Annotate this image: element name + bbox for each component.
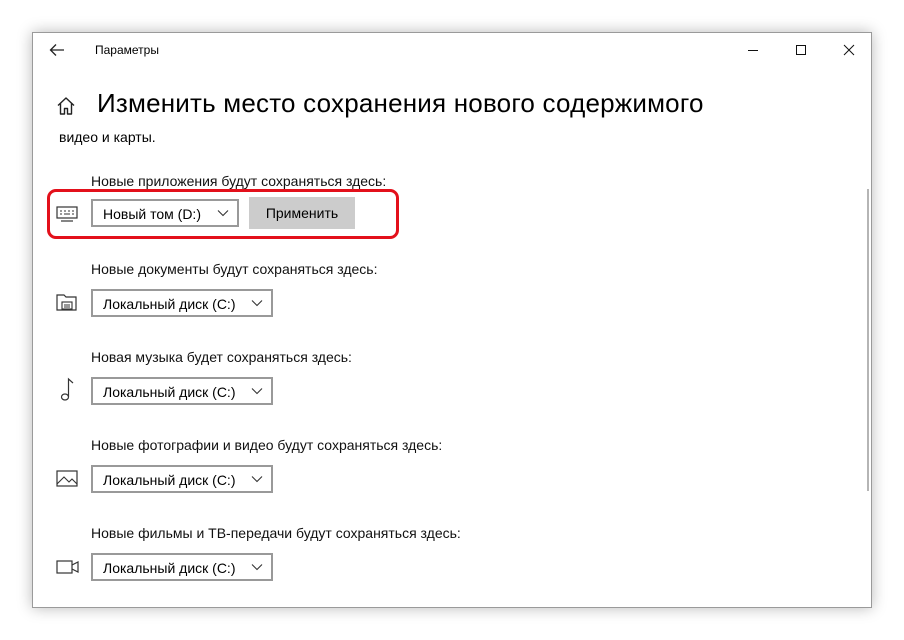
- dropdown-value: Локальный диск (C:): [103, 560, 236, 576]
- section-label: Новые фильмы и ТВ-передачи будут сохраня…: [91, 525, 461, 541]
- intro-text: видео и карты.: [59, 129, 156, 145]
- music-location-dropdown[interactable]: Локальный диск (C:): [91, 377, 273, 405]
- movies-location-dropdown[interactable]: Локальный диск (C:): [91, 553, 273, 581]
- chevron-down-icon: [251, 476, 263, 483]
- page-title: Изменить место сохранения нового содержи…: [97, 88, 704, 118]
- documents-location-dropdown[interactable]: Локальный диск (C:): [91, 289, 273, 317]
- maximize-button[interactable]: [781, 36, 821, 64]
- back-button[interactable]: [45, 39, 69, 61]
- maximize-icon: [796, 45, 806, 55]
- folder-print-icon: [56, 294, 77, 311]
- dropdown-value: Локальный диск (C:): [103, 296, 236, 312]
- music-note-icon: [60, 377, 74, 401]
- chevron-down-icon: [251, 388, 263, 395]
- picture-icon: [56, 470, 78, 487]
- section-label: Новые документы будут сохраняться здесь:: [91, 261, 378, 277]
- dropdown-value: Локальный диск (C:): [103, 384, 236, 400]
- chevron-down-icon: [251, 300, 263, 307]
- close-icon: [843, 44, 855, 56]
- dropdown-value: Локальный диск (C:): [103, 472, 236, 488]
- title-bar: Параметры: [33, 33, 871, 66]
- highlight-frame: [47, 189, 399, 239]
- minimize-button[interactable]: [733, 36, 773, 64]
- arrow-left-icon: [49, 44, 64, 56]
- settings-window: Параметры Изменить место сохранения ново…: [32, 32, 872, 608]
- app-title: Параметры: [95, 43, 159, 57]
- close-button[interactable]: [829, 36, 869, 64]
- chevron-down-icon: [251, 564, 263, 571]
- minimize-icon: [748, 50, 758, 51]
- photos-location-dropdown[interactable]: Локальный диск (C:): [91, 465, 273, 493]
- home-icon[interactable]: [55, 95, 77, 117]
- section-label: Новые фотографии и видео будут сохранять…: [91, 437, 443, 453]
- video-camera-icon: [56, 560, 79, 574]
- section-label: Новая музыка будет сохраняться здесь:: [91, 349, 352, 365]
- section-label: Новые приложения будут сохраняться здесь…: [91, 173, 387, 189]
- scrollbar[interactable]: [867, 189, 869, 491]
